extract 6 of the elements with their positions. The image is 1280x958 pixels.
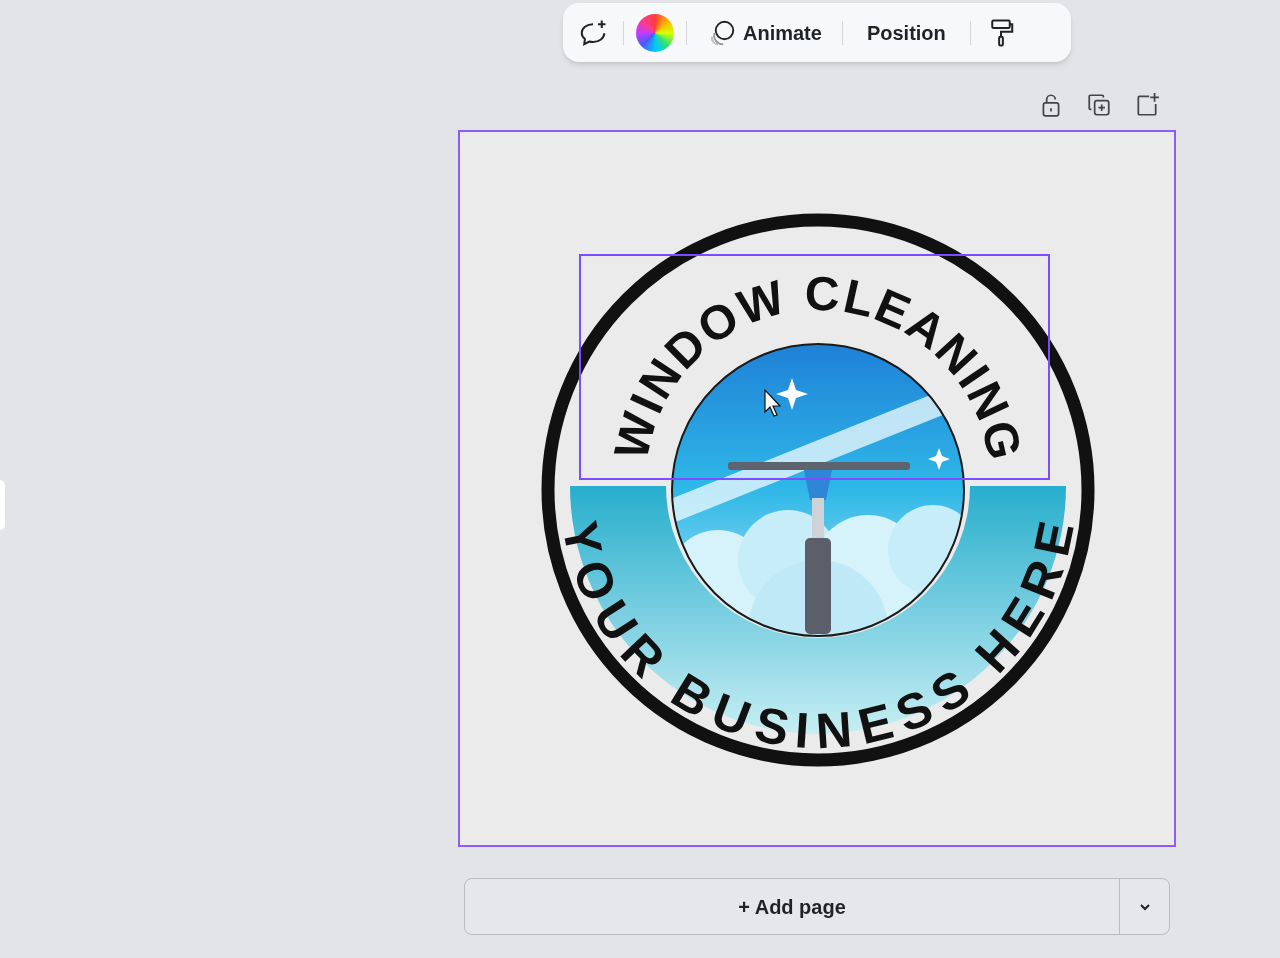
animate-button[interactable]: Animate	[699, 12, 830, 53]
duplicate-icon[interactable]	[1086, 92, 1112, 118]
side-panel-edge	[0, 480, 5, 530]
position-button[interactable]: Position	[854, 12, 958, 53]
color-wheel-icon[interactable]	[636, 13, 674, 52]
add-page-icon[interactable]	[1134, 92, 1160, 118]
